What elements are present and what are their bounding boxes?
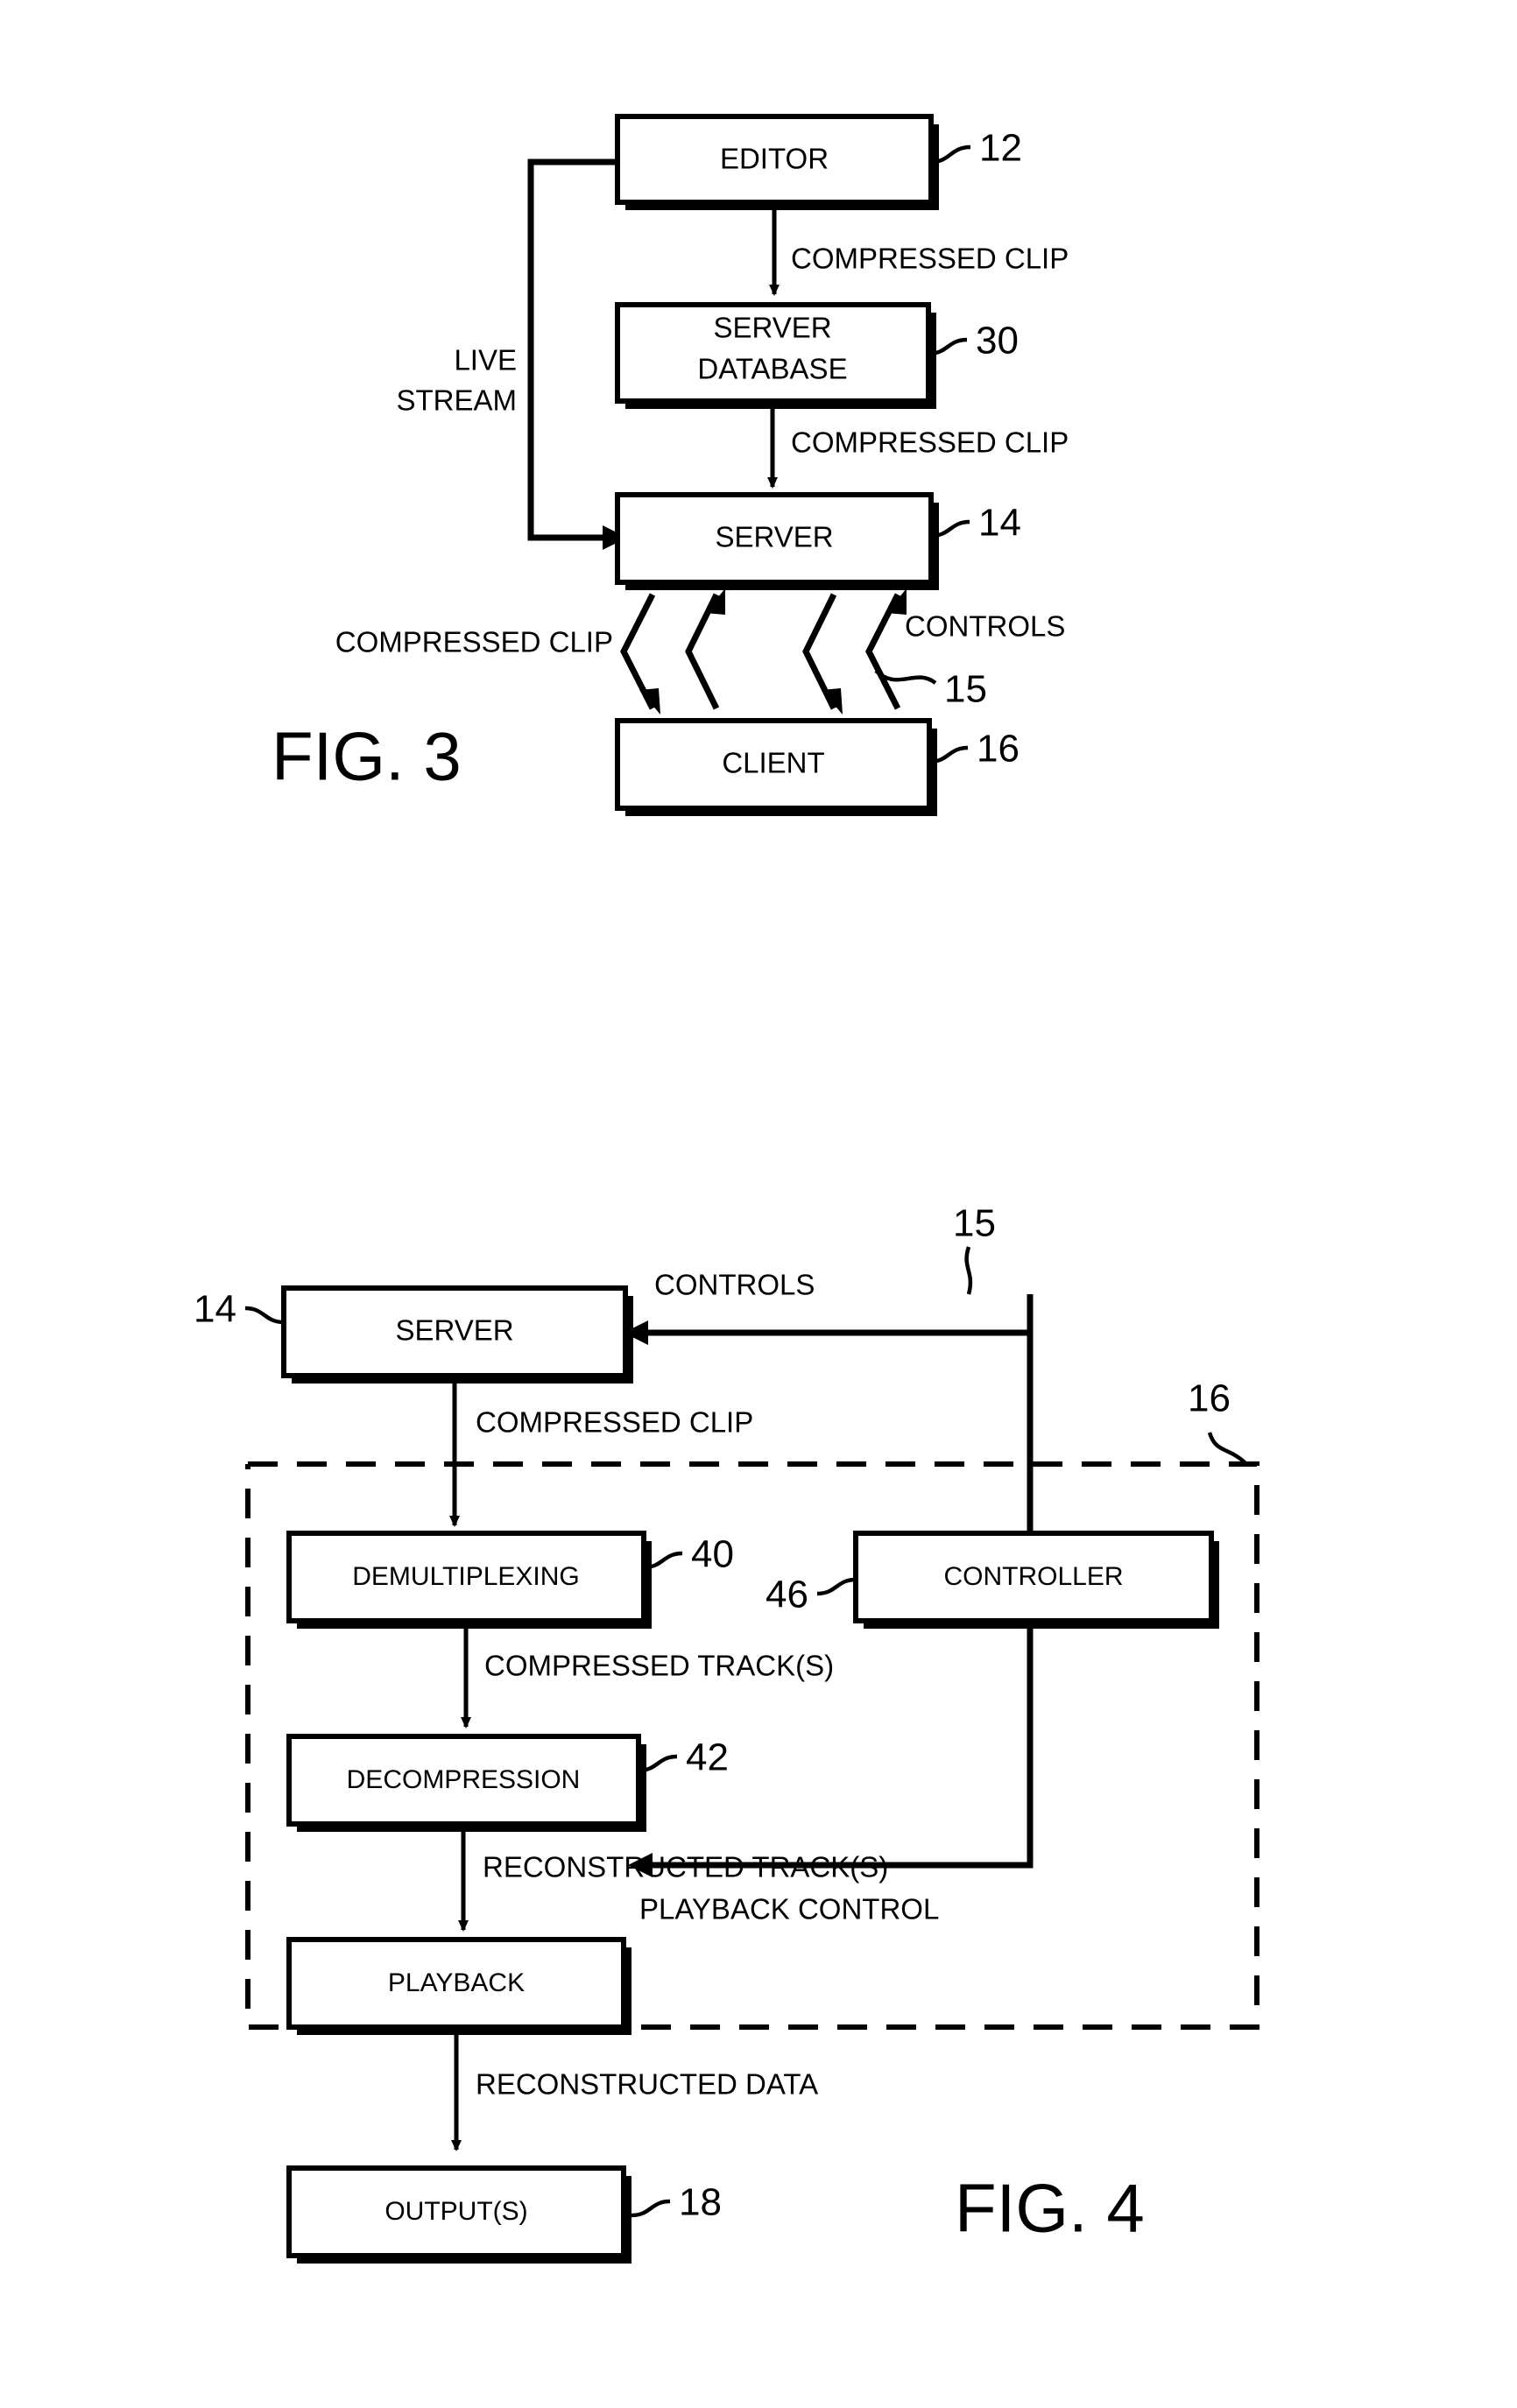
box-server-database[interactable]: SERVER DATABASE bbox=[615, 302, 936, 409]
box-server-database-label-line2: DATABASE bbox=[697, 353, 847, 385]
fig4-box-outputs-label: OUTPUT(S) bbox=[385, 2197, 527, 2226]
fig4-box-server[interactable]: SERVER bbox=[281, 1285, 633, 1384]
fig4-ref-num-server: 14 bbox=[194, 1288, 236, 1331]
fig4-box-controller-label: CONTROLLER bbox=[943, 1562, 1123, 1591]
fig4-box-playback-label: PLAYBACK bbox=[388, 1968, 525, 1997]
fig4-flow-label-compressed-tracks: COMPRESSED TRACK(S) bbox=[484, 1650, 834, 1682]
fig4-box-playback[interactable]: PLAYBACK bbox=[286, 1937, 631, 2035]
figure-3: EDITOR 12 COMPRESSED CLIP SERVER DATABAS… bbox=[272, 114, 1069, 816]
flow-label-controls: CONTROLS bbox=[905, 610, 1065, 643]
fig4-leader-outputs-ref bbox=[631, 2199, 671, 2218]
fig4-ref-num-controls-bus: 15 bbox=[953, 1202, 996, 1245]
box-server-database-label-line1: SERVER bbox=[713, 312, 831, 344]
patent-figures-svg: EDITOR 12 COMPRESSED CLIP SERVER DATABAS… bbox=[194, 114, 1259, 2264]
box-client-label: CLIENT bbox=[722, 747, 824, 779]
arrowhead-controls-down bbox=[822, 688, 843, 715]
fig4-flow-label-controls: CONTROLS bbox=[654, 1269, 815, 1301]
box-server[interactable]: SERVER bbox=[615, 492, 939, 590]
fig4-box-demultiplexing[interactable]: DEMULTIPLEXING bbox=[286, 1531, 652, 1629]
flow-label-live-stream-line2: STREAM bbox=[396, 384, 517, 417]
fig4-ref-num-outputs: 18 bbox=[679, 2181, 722, 2224]
fig4-ref-num-demultiplexing: 40 bbox=[691, 1533, 734, 1576]
ref-num-client: 16 bbox=[977, 728, 1020, 771]
arrowhead-clip-up bbox=[705, 588, 725, 615]
fig4-flow-label-compressed-clip: COMPRESSED CLIP bbox=[476, 1406, 753, 1439]
ref-num-server: 14 bbox=[978, 502, 1021, 545]
flow-label-compressed-clip-2: COMPRESSED CLIP bbox=[791, 426, 1069, 459]
fig4-ref-num-client-region: 16 bbox=[1188, 1377, 1231, 1420]
ref-num-server-database: 30 bbox=[976, 320, 1019, 363]
ref-num-controls-link: 15 bbox=[944, 668, 987, 711]
fig4-flow-label-playback-control: PLAYBACK CONTROL bbox=[639, 1893, 939, 1926]
fig4-box-demultiplexing-label: DEMULTIPLEXING bbox=[352, 1562, 580, 1591]
figure-3-caption: FIG. 3 bbox=[272, 718, 462, 795]
box-client[interactable]: CLIENT bbox=[615, 718, 937, 816]
fig4-leader-controls-bus-ref bbox=[964, 1246, 973, 1295]
fig4-leader-controller-ref bbox=[816, 1577, 857, 1596]
flow-label-live-stream-line1: LIVE bbox=[454, 344, 517, 377]
flow-label-compressed-clip-1: COMPRESSED CLIP bbox=[791, 243, 1069, 275]
ref-num-editor: 12 bbox=[979, 127, 1022, 170]
figure-4-caption: FIG. 4 bbox=[955, 2170, 1145, 2247]
fig4-leader-server-ref bbox=[244, 1306, 285, 1325]
fig4-flow-label-reconstructed-data: RECONSTRUCTED DATA bbox=[476, 2068, 818, 2101]
fig4-leader-client-region-ref bbox=[1207, 1432, 1248, 1466]
arrowhead-compressed-clip-down bbox=[639, 688, 660, 715]
fig4-ref-num-controller: 46 bbox=[766, 1574, 808, 1616]
flow-label-compressed-clip-3: COMPRESSED CLIP bbox=[335, 626, 613, 658]
fig4-box-server-label: SERVER bbox=[395, 1314, 513, 1347]
fig4-box-decompression[interactable]: DECOMPRESSION bbox=[286, 1734, 646, 1832]
box-editor[interactable]: EDITOR bbox=[615, 114, 939, 210]
path-live-stream bbox=[527, 158, 617, 541]
fig4-ref-num-decompression: 42 bbox=[686, 1736, 729, 1779]
patent-drawing-sheet: EDITOR 12 COMPRESSED CLIP SERVER DATABAS… bbox=[0, 0, 1517, 2408]
box-editor-label: EDITOR bbox=[720, 143, 829, 175]
fig4-box-decompression-label: DECOMPRESSION bbox=[347, 1765, 581, 1794]
figure-4: SERVER 14 CONTROLS 15 COMPRESSED CLIP 16… bbox=[194, 1202, 1259, 2264]
fig4-box-outputs[interactable]: OUTPUT(S) bbox=[286, 2165, 631, 2264]
fig4-box-controller[interactable]: CONTROLLER bbox=[853, 1531, 1219, 1629]
arrowhead-controls-up bbox=[886, 588, 907, 615]
box-server-label: SERVER bbox=[715, 521, 833, 553]
fig4-flow-label-reconstructed-tracks: RECONSTRUCTED TRACK(S) bbox=[483, 1851, 888, 1883]
